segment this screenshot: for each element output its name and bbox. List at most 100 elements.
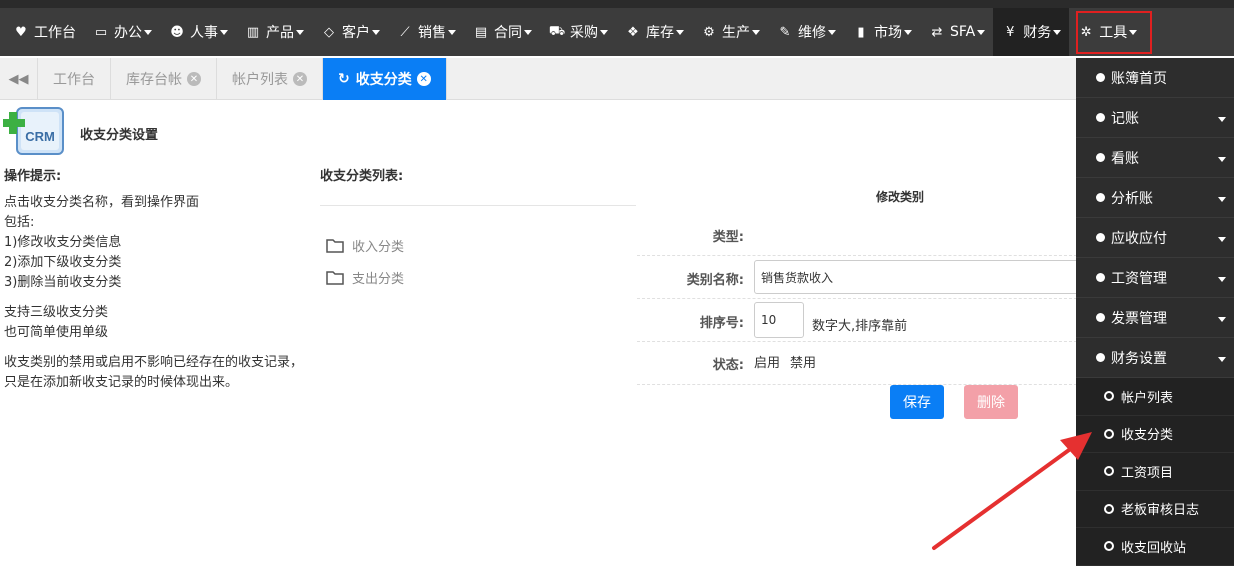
nav-label: 生产: [722, 25, 750, 41]
cart-icon: ⛟: [548, 23, 566, 39]
nav-item-production[interactable]: ⚙ 生产: [692, 8, 768, 56]
nav-label: 办公: [114, 25, 142, 41]
laptop-icon: ▭: [94, 24, 108, 40]
nav-item-market[interactable]: ▮ 市场: [844, 8, 920, 56]
tab-scroll-left-button[interactable]: ◀◀: [0, 58, 38, 100]
nav-item-sales[interactable]: ⟋ 销售: [388, 8, 464, 56]
sidebar-item-label: 发票管理: [1111, 310, 1167, 327]
nav-item-product[interactable]: ▥ 产品: [236, 8, 312, 56]
cogs-icon: ⚙: [703, 24, 715, 40]
page-title: 收支分类设置: [80, 128, 159, 143]
circle-icon: [1104, 503, 1114, 514]
sidebar-subitem-label: 收支分类: [1121, 428, 1174, 444]
tips-line: 也可简单使用单级: [4, 325, 109, 340]
sidebar-item-label: 应收应付: [1111, 230, 1167, 247]
sidebar-item-finance-settings[interactable]: 财务设置: [1076, 338, 1234, 378]
status-label: 状态:: [712, 358, 744, 373]
delete-button[interactable]: 删除: [964, 385, 1018, 419]
nav-item-purchase[interactable]: ⛟ 采购: [540, 8, 616, 56]
bullet-icon: [1096, 353, 1105, 362]
nav-item-repair[interactable]: ✎ 维修: [768, 8, 844, 56]
sidebar-subitem-label: 工资项目: [1121, 465, 1174, 481]
tree-item-label: 支出分类: [352, 272, 405, 287]
main-navbar: ♥ 工作台 ▭ 办公 ☻ 人事 ▥ 产品 ◇ 客户 ⟋ 销售 ▤ 合同 ⛟ 采购 ❖ 库存 ⚙ 生产…: [0, 8, 1234, 56]
top-strip: [0, 0, 1234, 8]
nav-item-hr[interactable]: ☻ 人事: [160, 8, 236, 56]
tab-label: 库存台帐: [126, 72, 182, 88]
heart-icon: ♥: [15, 24, 27, 40]
nav-item-workbench[interactable]: ♥ 工作台: [4, 8, 84, 56]
sidebar-item-view-books[interactable]: 看账: [1076, 138, 1234, 178]
tab-inventory-ledger[interactable]: 库存台帐 ✕: [111, 58, 217, 100]
caret-down-icon: [828, 29, 836, 35]
form-row-sort: 排序号: 10 数字大,排序靠前: [637, 299, 1077, 342]
tips-line: 收支类别的禁用或启用不影响已经存在的收支记录，只是在添加新收支记录的时候体现出来…: [4, 355, 304, 390]
status-enable-option[interactable]: 启用: [754, 352, 780, 371]
caret-down-icon: [1218, 237, 1226, 242]
status-disable-option[interactable]: 禁用: [790, 352, 816, 371]
caret-down-icon: [1218, 357, 1226, 362]
tab-workbench[interactable]: 工作台: [38, 58, 111, 100]
nav-label: SFA: [950, 24, 976, 40]
tree-item-expense[interactable]: 支出分类: [326, 268, 404, 287]
caret-down-icon: [372, 29, 380, 35]
sidebar-item-receivable-payable[interactable]: 应收应付: [1076, 218, 1234, 258]
nav-label: 客户: [342, 25, 370, 41]
tips-line: 支持三级收支分类: [4, 305, 109, 320]
nav-item-finance[interactable]: ¥ 财务: [993, 8, 1070, 56]
close-icon[interactable]: ✕: [187, 72, 201, 86]
save-button[interactable]: 保存: [890, 385, 944, 419]
nav-item-inventory[interactable]: ❖ 库存: [616, 8, 692, 56]
tips-line: 1)修改收支分类信息: [4, 235, 122, 250]
nav-label: 维修: [798, 25, 826, 41]
nav-label: 工作台: [34, 25, 76, 41]
nav-item-sfa[interactable]: ⇄ SFA: [920, 8, 993, 56]
tips-line: 3)删除当前收支分类: [4, 275, 122, 290]
tab-income-expense-category[interactable]: ↻ 收支分类 ✕: [323, 58, 447, 100]
nav-item-contract[interactable]: ▤ 合同: [464, 8, 540, 56]
sidebar-item-payroll[interactable]: 工资管理: [1076, 258, 1234, 298]
bullet-icon: [1096, 153, 1105, 162]
sort-number-input[interactable]: 10: [754, 302, 804, 338]
nav-item-office[interactable]: ▭ 办公: [84, 8, 160, 56]
crm-logo: CRM: [3, 107, 64, 155]
bookmark-icon: ▮: [857, 24, 865, 40]
category-name-input[interactable]: 销售货款收入: [754, 260, 1084, 294]
nav-label: 产品: [266, 25, 294, 41]
caret-down-icon: [448, 29, 456, 35]
bullet-icon: [1096, 73, 1105, 82]
caret-down-icon: [676, 29, 684, 35]
wrench-icon: ✎: [779, 24, 791, 40]
form-row-status: 状态: 启用 禁用: [637, 342, 1077, 385]
finance-highlight-annotation: [1076, 11, 1152, 54]
sidebar-item-label: 财务设置: [1111, 350, 1167, 367]
close-icon[interactable]: ✕: [416, 72, 431, 86]
nav-label: 库存: [646, 25, 674, 41]
nav-item-customer[interactable]: ◇ 客户: [312, 8, 388, 56]
circle-icon: [1104, 391, 1114, 402]
sidebar-subitem-account-list[interactable]: 帐户列表: [1076, 378, 1234, 416]
tab-label: 收支分类: [355, 72, 412, 88]
caret-down-icon: [524, 29, 532, 35]
nav-label: 人事: [190, 25, 218, 41]
bullet-icon: [1096, 313, 1105, 322]
sidebar-item-label: 记账: [1111, 110, 1139, 127]
circle-icon: [1104, 466, 1114, 477]
tips-panel: 点击收支分类名称，看到操作界面 包括: 1)修改收支分类信息 2)添加下级收支分…: [4, 193, 309, 393]
tree-item-income[interactable]: 收入分类: [326, 236, 404, 255]
close-icon[interactable]: ✕: [293, 72, 307, 86]
tree-item-label: 收入分类: [352, 240, 405, 255]
newspaper-icon: ▤: [474, 24, 488, 40]
yen-icon: ¥: [1006, 24, 1015, 40]
sidebar-item-invoice[interactable]: 发票管理: [1076, 298, 1234, 338]
line-chart-icon: ⟋: [400, 24, 410, 40]
cubes-icon: ❖: [627, 24, 639, 40]
sidebar-item-ledger-home[interactable]: 账簿首页: [1076, 58, 1234, 98]
tab-account-list[interactable]: 帐户列表 ✕: [217, 58, 323, 100]
caret-down-icon: [600, 29, 608, 35]
refresh-icon[interactable]: ↻: [338, 71, 350, 87]
sidebar-item-analysis[interactable]: 分析账: [1076, 178, 1234, 218]
caret-down-icon: [1218, 117, 1226, 122]
sidebar-item-bookkeeping[interactable]: 记账: [1076, 98, 1234, 138]
name-label: 类别名称:: [686, 273, 744, 288]
